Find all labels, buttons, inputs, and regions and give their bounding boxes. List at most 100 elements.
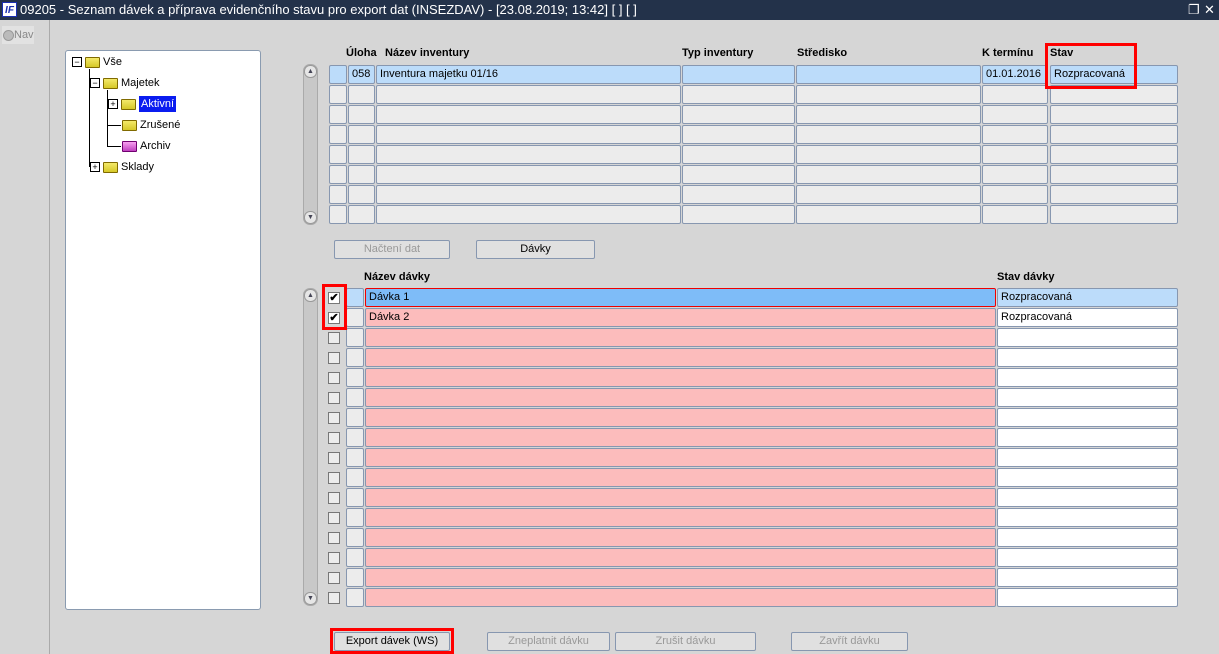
cell-stredisko[interactable] bbox=[796, 185, 981, 204]
cell-nazev[interactable]: Inventura majetku 01/16 bbox=[376, 65, 681, 84]
row-selector[interactable] bbox=[329, 165, 347, 184]
row-checkbox[interactable] bbox=[328, 512, 340, 524]
cell-nazev-davky[interactable] bbox=[365, 488, 996, 507]
cell-stav-davky[interactable]: Rozpracovaná bbox=[997, 288, 1178, 307]
row-checkbox[interactable] bbox=[328, 592, 340, 604]
row-selector[interactable] bbox=[346, 288, 364, 307]
cell-typ[interactable] bbox=[682, 65, 795, 84]
cell-nazev-davky[interactable]: Dávka 1 bbox=[365, 288, 996, 307]
zavrit-davku-button[interactable]: Zavřít dávku bbox=[791, 632, 908, 651]
zneplatnit-davku-button[interactable]: Zneplatnit dávku bbox=[487, 632, 610, 651]
row-checkbox[interactable] bbox=[328, 372, 340, 384]
tree-node-zrusene[interactable]: Zrušené bbox=[122, 117, 180, 133]
cell-stav-davky[interactable] bbox=[997, 368, 1178, 387]
cell-stredisko[interactable] bbox=[796, 65, 981, 84]
cell-stav-davky[interactable] bbox=[997, 548, 1178, 567]
row-selector[interactable] bbox=[346, 448, 364, 467]
close-icon[interactable]: ✕ bbox=[1204, 0, 1215, 20]
cell-stav[interactable] bbox=[1050, 185, 1178, 204]
scroll-up-icon[interactable]: ▲ bbox=[304, 65, 317, 78]
row-selector[interactable] bbox=[346, 368, 364, 387]
row-selector[interactable] bbox=[346, 508, 364, 527]
export-davek-button[interactable]: Export dávek (WS) bbox=[334, 632, 450, 651]
cell-stav[interactable]: Rozpracovaná bbox=[1050, 65, 1178, 84]
cell-stav-davky[interactable] bbox=[997, 388, 1178, 407]
row-checkbox[interactable] bbox=[328, 432, 340, 444]
cell-stav-davky[interactable] bbox=[997, 328, 1178, 347]
row-checkbox[interactable] bbox=[328, 332, 340, 344]
scroll-up-icon[interactable]: ▲ bbox=[304, 289, 317, 302]
row-selector[interactable] bbox=[329, 105, 347, 124]
cell-k-terminu[interactable] bbox=[982, 205, 1048, 224]
cell-uloha[interactable] bbox=[348, 85, 375, 104]
scroll-down-icon[interactable]: ▼ bbox=[304, 211, 317, 224]
cell-typ[interactable] bbox=[682, 205, 795, 224]
row-selector[interactable] bbox=[346, 308, 364, 327]
row-selector[interactable] bbox=[329, 85, 347, 104]
cell-k-terminu[interactable] bbox=[982, 145, 1048, 164]
davky-button[interactable]: Dávky bbox=[476, 240, 595, 259]
nacteni-dat-button[interactable]: Načtení dat bbox=[334, 240, 450, 259]
row-checkbox[interactable]: ✔ bbox=[328, 312, 340, 324]
cell-stav-davky[interactable] bbox=[997, 428, 1178, 447]
cell-nazev-davky[interactable] bbox=[365, 468, 996, 487]
expand-icon[interactable]: + bbox=[108, 99, 118, 109]
row-selector[interactable] bbox=[346, 528, 364, 547]
row-checkbox[interactable] bbox=[328, 472, 340, 484]
row-checkbox[interactable] bbox=[328, 572, 340, 584]
tree-node-sklady[interactable]: + Sklady bbox=[90, 159, 154, 175]
cell-k-terminu[interactable] bbox=[982, 125, 1048, 144]
cell-k-terminu[interactable] bbox=[982, 185, 1048, 204]
cell-nazev-davky[interactable] bbox=[365, 328, 996, 347]
row-checkbox[interactable] bbox=[328, 552, 340, 564]
cell-stav-davky[interactable] bbox=[997, 508, 1178, 527]
row-checkbox[interactable] bbox=[328, 532, 340, 544]
restore-icon[interactable]: ❐ bbox=[1188, 0, 1200, 20]
row-selector[interactable] bbox=[346, 488, 364, 507]
cell-uloha[interactable] bbox=[348, 145, 375, 164]
tree-node-majetek[interactable]: − Majetek bbox=[90, 75, 160, 91]
cell-stav[interactable] bbox=[1050, 105, 1178, 124]
tree-node-archiv[interactable]: Archiv bbox=[122, 138, 171, 154]
cell-stredisko[interactable] bbox=[796, 165, 981, 184]
cell-nazev-davky[interactable] bbox=[365, 568, 996, 587]
row-selector[interactable] bbox=[346, 568, 364, 587]
row-selector[interactable] bbox=[346, 348, 364, 367]
cell-k-terminu[interactable] bbox=[982, 165, 1048, 184]
collapse-icon[interactable]: − bbox=[72, 57, 82, 67]
tree-node-aktivni[interactable]: + Aktivní bbox=[108, 96, 177, 112]
cell-stav-davky[interactable] bbox=[997, 348, 1178, 367]
cell-nazev[interactable] bbox=[376, 145, 681, 164]
row-selector[interactable] bbox=[329, 185, 347, 204]
cell-uloha[interactable] bbox=[348, 105, 375, 124]
cell-stav[interactable] bbox=[1050, 205, 1178, 224]
row-checkbox[interactable] bbox=[328, 492, 340, 504]
cell-typ[interactable] bbox=[682, 145, 795, 164]
cell-stav[interactable] bbox=[1050, 85, 1178, 104]
row-selector[interactable] bbox=[329, 145, 347, 164]
cell-nazev-davky[interactable] bbox=[365, 428, 996, 447]
cell-nazev[interactable] bbox=[376, 105, 681, 124]
cell-nazev-davky[interactable] bbox=[365, 508, 996, 527]
cell-typ[interactable] bbox=[682, 85, 795, 104]
cell-nazev[interactable] bbox=[376, 205, 681, 224]
cell-uloha[interactable] bbox=[348, 125, 375, 144]
row-selector[interactable] bbox=[346, 588, 364, 607]
expand-icon[interactable]: + bbox=[90, 162, 100, 172]
cell-typ[interactable] bbox=[682, 125, 795, 144]
row-checkbox[interactable] bbox=[328, 412, 340, 424]
cell-stredisko[interactable] bbox=[796, 85, 981, 104]
row-selector[interactable] bbox=[346, 408, 364, 427]
cell-uloha[interactable]: 058 bbox=[348, 65, 375, 84]
cell-stredisko[interactable] bbox=[796, 125, 981, 144]
row-selector[interactable] bbox=[346, 328, 364, 347]
cell-typ[interactable] bbox=[682, 165, 795, 184]
row-checkbox[interactable] bbox=[328, 452, 340, 464]
row-selector[interactable] bbox=[329, 205, 347, 224]
cell-nazev-davky[interactable] bbox=[365, 408, 996, 427]
cell-stav[interactable] bbox=[1050, 125, 1178, 144]
tree-node-vse[interactable]: − Vše bbox=[72, 54, 122, 70]
scroll-down-icon[interactable]: ▼ bbox=[304, 592, 317, 605]
row-selector[interactable] bbox=[346, 428, 364, 447]
batch-scrollbar[interactable]: ▲ ▼ bbox=[303, 288, 318, 606]
